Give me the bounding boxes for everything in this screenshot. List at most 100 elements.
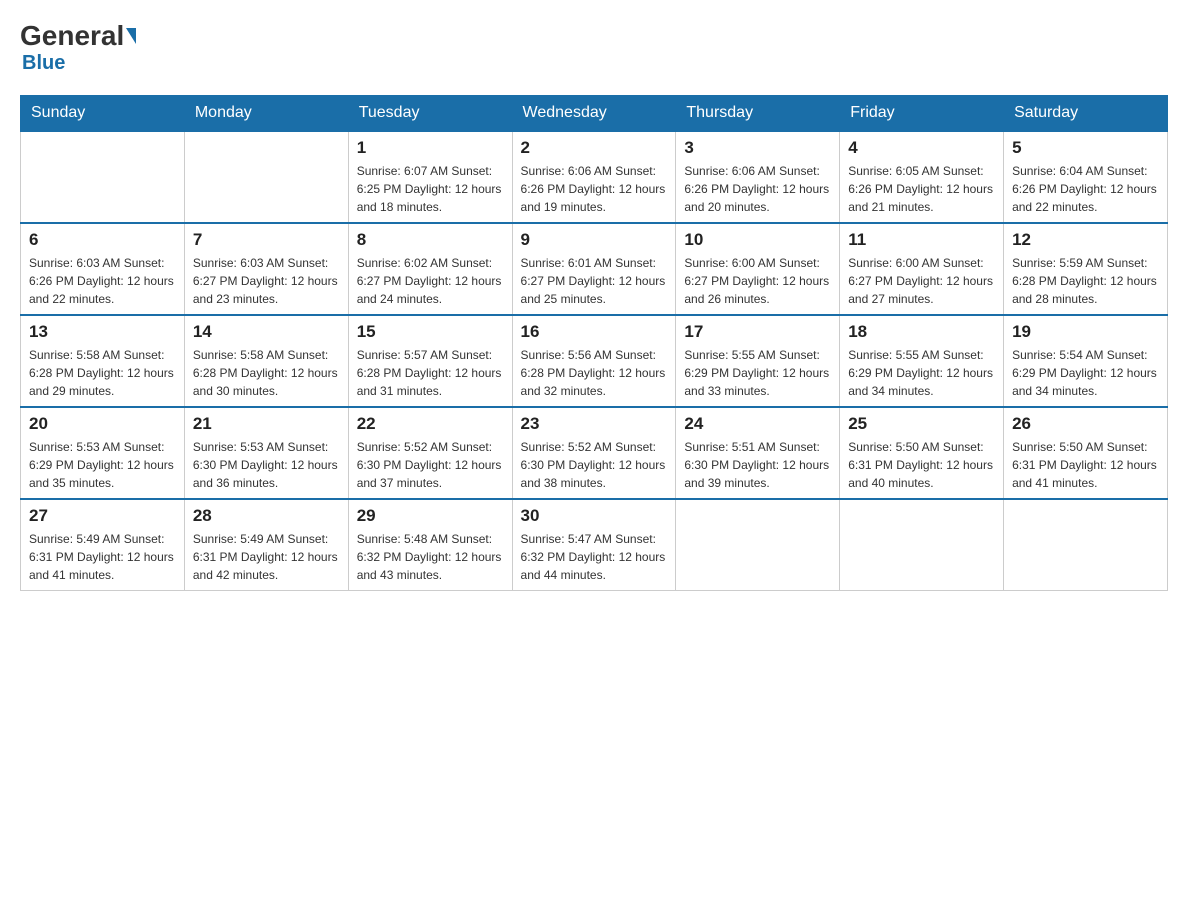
day-info: Sunrise: 6:06 AM Sunset: 6:26 PM Dayligh… — [521, 162, 668, 216]
calendar-table: SundayMondayTuesdayWednesdayThursdayFrid… — [20, 95, 1168, 591]
day-info: Sunrise: 6:07 AM Sunset: 6:25 PM Dayligh… — [357, 162, 504, 216]
day-cell: 28 Sunrise: 5:49 AM Sunset: 6:31 PM Dayli… — [184, 499, 348, 591]
day-cell: 16Sunrise: 5:56 AM Sunset: 6:28 PM Dayli… — [512, 315, 676, 407]
day-cell — [676, 499, 840, 591]
day-cell: 19Sunrise: 5:54 AM Sunset: 6:29 PM Dayli… — [1004, 315, 1168, 407]
day-cell — [1004, 499, 1168, 591]
day-info: Sunrise: 5:50 AM Sunset: 6:31 PM Dayligh… — [1012, 438, 1159, 492]
day-info: Sunrise: 6:01 AM Sunset: 6:27 PM Dayligh… — [521, 254, 668, 308]
column-header-sunday: Sunday — [21, 96, 185, 132]
week-row-1: 1 Sunrise: 6:07 AM Sunset: 6:25 PM Daylig… — [21, 131, 1168, 223]
day-info: Sunrise: 5:55 AM Sunset: 6:29 PM Dayligh… — [684, 346, 831, 400]
day-number: 19 — [1012, 322, 1159, 342]
day-number: 18 — [848, 322, 995, 342]
day-cell: 29 Sunrise: 5:48 AM Sunset: 6:32 PM Dayli… — [348, 499, 512, 591]
day-number: 26 — [1012, 414, 1159, 434]
day-info: Sunrise: 5:58 AM Sunset: 6:28 PM Dayligh… — [29, 346, 176, 400]
day-info: Sunrise: 5:50 AM Sunset: 6:31 PM Dayligh… — [848, 438, 995, 492]
day-info: Sunrise: 5:59 AM Sunset: 6:28 PM Dayligh… — [1012, 254, 1159, 308]
day-info: Sunrise: 6:04 AM Sunset: 6:26 PM Dayligh… — [1012, 162, 1159, 216]
week-row-2: 6 Sunrise: 6:03 AM Sunset: 6:26 PM Daylig… — [21, 223, 1168, 315]
week-row-4: 20Sunrise: 5:53 AM Sunset: 6:29 PM Dayli… — [21, 407, 1168, 499]
day-cell: 23Sunrise: 5:52 AM Sunset: 6:30 PM Dayli… — [512, 407, 676, 499]
day-number: 10 — [684, 230, 831, 250]
logo-text: General — [20, 20, 138, 52]
day-number: 7 — [193, 230, 340, 250]
day-number: 29 — [357, 506, 504, 526]
day-number: 4 — [848, 138, 995, 158]
day-cell: 27 Sunrise: 5:49 AM Sunset: 6:31 PM Dayli… — [21, 499, 185, 591]
day-cell: 3 Sunrise: 6:06 AM Sunset: 6:26 PM Daylig… — [676, 131, 840, 223]
day-cell: 20Sunrise: 5:53 AM Sunset: 6:29 PM Dayli… — [21, 407, 185, 499]
day-number: 30 — [521, 506, 668, 526]
day-number: 21 — [193, 414, 340, 434]
day-number: 14 — [193, 322, 340, 342]
day-info: Sunrise: 6:00 AM Sunset: 6:27 PM Dayligh… — [684, 254, 831, 308]
day-number: 22 — [357, 414, 504, 434]
column-header-tuesday: Tuesday — [348, 96, 512, 132]
calendar-header-row: SundayMondayTuesdayWednesdayThursdayFrid… — [21, 96, 1168, 132]
day-info: Sunrise: 5:52 AM Sunset: 6:30 PM Dayligh… — [521, 438, 668, 492]
day-cell: 24 Sunrise: 5:51 AM Sunset: 6:30 PM Dayli… — [676, 407, 840, 499]
day-cell: 15 Sunrise: 5:57 AM Sunset: 6:28 PM Dayli… — [348, 315, 512, 407]
day-cell: 13 Sunrise: 5:58 AM Sunset: 6:28 PM Dayli… — [21, 315, 185, 407]
day-cell: 10 Sunrise: 6:00 AM Sunset: 6:27 PM Dayli… — [676, 223, 840, 315]
day-number: 3 — [684, 138, 831, 158]
day-cell: 30Sunrise: 5:47 AM Sunset: 6:32 PM Dayli… — [512, 499, 676, 591]
day-number: 2 — [521, 138, 668, 158]
logo-blue-text: Blue — [22, 52, 65, 75]
day-info: Sunrise: 5:52 AM Sunset: 6:30 PM Dayligh… — [357, 438, 504, 492]
column-header-monday: Monday — [184, 96, 348, 132]
day-info: Sunrise: 5:49 AM Sunset: 6:31 PM Dayligh… — [29, 530, 176, 584]
day-info: Sunrise: 6:02 AM Sunset: 6:27 PM Dayligh… — [357, 254, 504, 308]
day-cell: 11Sunrise: 6:00 AM Sunset: 6:27 PM Dayli… — [840, 223, 1004, 315]
day-number: 6 — [29, 230, 176, 250]
day-cell: 5 Sunrise: 6:04 AM Sunset: 6:26 PM Daylig… — [1004, 131, 1168, 223]
day-cell: 6 Sunrise: 6:03 AM Sunset: 6:26 PM Daylig… — [21, 223, 185, 315]
day-info: Sunrise: 5:51 AM Sunset: 6:30 PM Dayligh… — [684, 438, 831, 492]
logo-arrow-icon — [126, 28, 136, 44]
day-number: 20 — [29, 414, 176, 434]
column-header-friday: Friday — [840, 96, 1004, 132]
day-info: Sunrise: 6:05 AM Sunset: 6:26 PM Dayligh… — [848, 162, 995, 216]
day-cell: 26 Sunrise: 5:50 AM Sunset: 6:31 PM Dayli… — [1004, 407, 1168, 499]
day-info: Sunrise: 5:49 AM Sunset: 6:31 PM Dayligh… — [193, 530, 340, 584]
day-info: Sunrise: 5:58 AM Sunset: 6:28 PM Dayligh… — [193, 346, 340, 400]
day-number: 25 — [848, 414, 995, 434]
day-info: Sunrise: 5:57 AM Sunset: 6:28 PM Dayligh… — [357, 346, 504, 400]
day-cell — [840, 499, 1004, 591]
day-number: 13 — [29, 322, 176, 342]
day-cell: 8 Sunrise: 6:02 AM Sunset: 6:27 PM Daylig… — [348, 223, 512, 315]
day-cell — [21, 131, 185, 223]
day-number: 27 — [29, 506, 176, 526]
day-cell — [184, 131, 348, 223]
day-info: Sunrise: 5:53 AM Sunset: 6:30 PM Dayligh… — [193, 438, 340, 492]
day-cell: 2 Sunrise: 6:06 AM Sunset: 6:26 PM Daylig… — [512, 131, 676, 223]
week-row-5: 27 Sunrise: 5:49 AM Sunset: 6:31 PM Dayli… — [21, 499, 1168, 591]
day-number: 1 — [357, 138, 504, 158]
day-cell: 1 Sunrise: 6:07 AM Sunset: 6:25 PM Daylig… — [348, 131, 512, 223]
day-number: 8 — [357, 230, 504, 250]
day-cell: 4 Sunrise: 6:05 AM Sunset: 6:26 PM Daylig… — [840, 131, 1004, 223]
day-number: 24 — [684, 414, 831, 434]
day-cell: 25 Sunrise: 5:50 AM Sunset: 6:31 PM Dayli… — [840, 407, 1004, 499]
day-number: 28 — [193, 506, 340, 526]
day-info: Sunrise: 5:56 AM Sunset: 6:28 PM Dayligh… — [521, 346, 668, 400]
day-info: Sunrise: 6:03 AM Sunset: 6:26 PM Dayligh… — [29, 254, 176, 308]
day-cell: 21 Sunrise: 5:53 AM Sunset: 6:30 PM Dayli… — [184, 407, 348, 499]
day-number: 15 — [357, 322, 504, 342]
day-cell: 18 Sunrise: 5:55 AM Sunset: 6:29 PM Dayli… — [840, 315, 1004, 407]
day-info: Sunrise: 6:03 AM Sunset: 6:27 PM Dayligh… — [193, 254, 340, 308]
day-cell: 7 Sunrise: 6:03 AM Sunset: 6:27 PM Daylig… — [184, 223, 348, 315]
column-header-saturday: Saturday — [1004, 96, 1168, 132]
day-number: 17 — [684, 322, 831, 342]
day-info: Sunrise: 6:06 AM Sunset: 6:26 PM Dayligh… — [684, 162, 831, 216]
logo: General Blue — [20, 20, 138, 75]
day-info: Sunrise: 5:55 AM Sunset: 6:29 PM Dayligh… — [848, 346, 995, 400]
day-number: 12 — [1012, 230, 1159, 250]
day-number: 9 — [521, 230, 668, 250]
page-header: General Blue — [20, 20, 1168, 75]
week-row-3: 13 Sunrise: 5:58 AM Sunset: 6:28 PM Dayli… — [21, 315, 1168, 407]
day-info: Sunrise: 5:48 AM Sunset: 6:32 PM Dayligh… — [357, 530, 504, 584]
day-number: 5 — [1012, 138, 1159, 158]
